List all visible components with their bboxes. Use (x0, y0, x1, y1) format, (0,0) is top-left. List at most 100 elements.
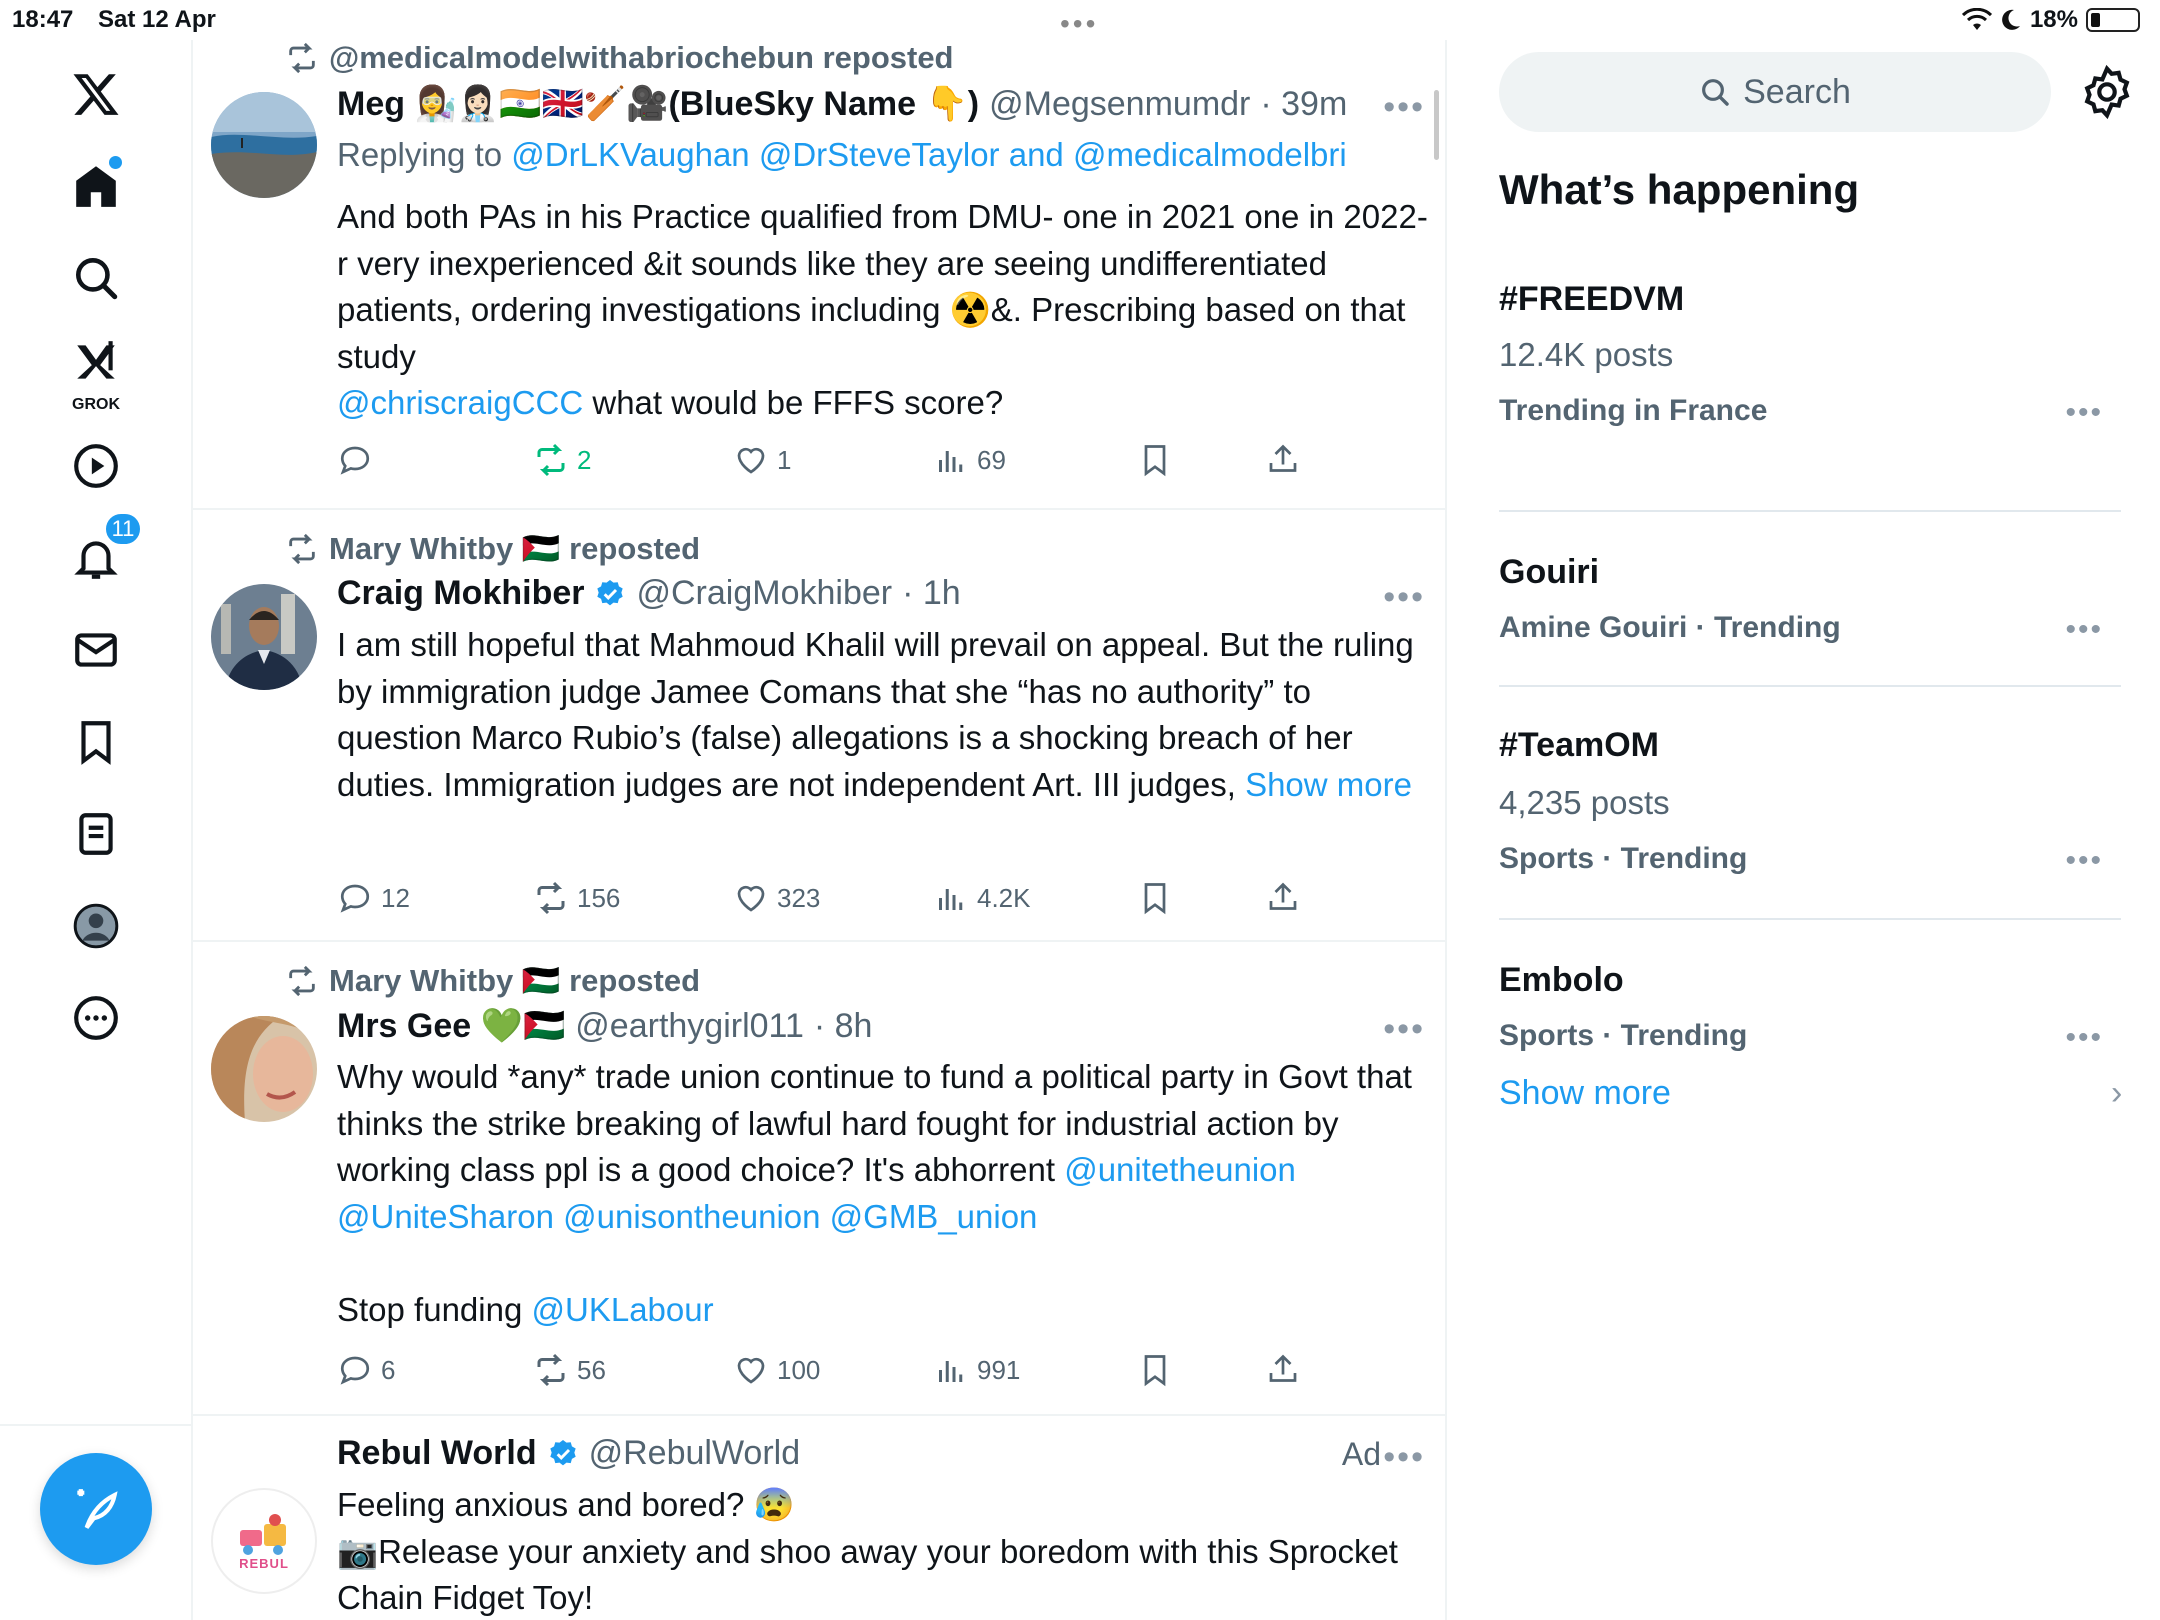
grok-icon[interactable]: GROK (64, 330, 128, 413)
trend-item[interactable]: Gouiri Amine Gouiri · Trending ••• (1499, 513, 2121, 688)
repost-button[interactable]: 156 (533, 880, 620, 916)
share-button[interactable] (1265, 880, 1301, 916)
replying-to: Replying to @DrLKVaughan @DrSteveTaylor … (337, 136, 1347, 174)
right-sidebar: Search What’s happening #FREEDVM 12.4K p… (1449, 40, 2160, 1620)
home-icon[interactable] (64, 154, 128, 218)
replying-mentions[interactable]: @DrLKVaughan @DrSteveTaylor and @medical… (511, 136, 1346, 173)
like-button[interactable]: 100 (733, 1352, 820, 1388)
author-handle[interactable]: @Megsenmumdr (989, 85, 1250, 124)
rebul-logo-icon (240, 1513, 286, 1555)
tweet-more-icon[interactable]: ••• (1383, 88, 1425, 127)
heart-icon (737, 1357, 765, 1384)
repost-button[interactable]: 2 (533, 442, 591, 478)
bookmark-button[interactable] (1137, 1352, 1173, 1388)
trend-more-icon[interactable]: ••• (2065, 844, 2103, 878)
bookmark-button[interactable] (1137, 442, 1173, 478)
moon-icon (2002, 9, 2020, 30)
reply-button[interactable] (337, 442, 381, 478)
views-button[interactable]: 4.2K (933, 880, 1031, 916)
reply-icon (340, 446, 370, 475)
bookmark-icon (1144, 1355, 1166, 1387)
x-logo-icon[interactable] (64, 62, 128, 126)
tweet-more-icon[interactable]: ••• (1383, 578, 1425, 617)
home-unread-dot (109, 156, 122, 169)
bookmarks-icon[interactable] (64, 710, 128, 774)
settings-gear-icon[interactable] (2079, 64, 2135, 120)
avatar[interactable]: REBUL (211, 1488, 317, 1594)
tweet-actions: 12 156 323 4.2K (337, 880, 1445, 924)
status-date: Sat 12 Apr (98, 6, 216, 33)
promoted-tweet[interactable]: REBUL Rebul World @RebulWorld Ad ••• Fee… (193, 1416, 1445, 1620)
verified-badge-icon (549, 1439, 576, 1465)
tweet-time[interactable]: · 8h (814, 1007, 873, 1046)
tweet-header: Meg 👩‍🔬👩🏻‍⚕️🇮🇳🇬🇧🏏🎥(BlueSky Name 👇) @Megs… (337, 84, 1347, 124)
bookmark-button[interactable] (1137, 880, 1173, 916)
trend-title: Gouiri (1499, 553, 1600, 591)
repost-button[interactable]: 56 (533, 1352, 606, 1388)
share-button[interactable] (1265, 442, 1301, 478)
search-icon[interactable] (64, 246, 128, 310)
trend-item[interactable]: Embolo Sports · Trending ••• (1499, 921, 2121, 1061)
tweet[interactable]: Mary Whitby 🇵🇸 reposted Mrs Gee 💚🇵🇸 @ear… (193, 942, 1445, 1416)
author-name[interactable]: Meg 👩‍🔬👩🏻‍⚕️🇮🇳🇬🇧🏏🎥(BlueSky Name 👇) (337, 84, 979, 124)
author-handle[interactable]: @RebulWorld (589, 1434, 801, 1473)
messages-envelope-icon[interactable] (64, 618, 128, 682)
trend-item[interactable]: #TeamOM 4,235 posts Sports · Trending ••… (1499, 688, 2121, 921)
compose-post-button[interactable] (40, 1453, 152, 1565)
avatar[interactable] (211, 92, 317, 198)
multitasking-dots-icon[interactable]: ••• (1060, 8, 1098, 40)
tweet-more-icon[interactable]: ••• (1383, 1438, 1425, 1477)
tweet-time[interactable]: · 1h (902, 574, 961, 613)
like-button[interactable]: 1 (733, 442, 791, 478)
search-input[interactable]: Search (1499, 52, 2051, 132)
trend-meta: Sports · Trending (1499, 842, 1748, 875)
author-handle[interactable]: @earthygirl011 (575, 1007, 804, 1046)
tweet-text: Why would *any* trade union continue to … (337, 1058, 1412, 1328)
tweet-text: And both PAs in his Practice qualified f… (337, 198, 1428, 421)
notifications-badge: 11 (104, 512, 142, 546)
repost-icon (289, 42, 315, 74)
author-name[interactable]: Mrs Gee 💚🇵🇸 (337, 1006, 565, 1046)
show-more-link[interactable]: Show more (1499, 1074, 1671, 1113)
repost-icon (289, 965, 315, 996)
divider (1499, 685, 2121, 687)
mention-link[interactable]: @chriscraigCCC (337, 384, 583, 421)
trend-title: Embolo (1499, 961, 1624, 999)
repost-icon (289, 533, 315, 564)
trend-more-icon[interactable]: ••• (2065, 396, 2103, 430)
author-name[interactable]: Rebul World (337, 1434, 537, 1473)
views-button[interactable]: 991 (933, 1352, 1020, 1388)
mention-link[interactable]: @UKLabour (532, 1291, 714, 1328)
tweet-actions: 2 1 69 (337, 442, 1445, 486)
trend-posts: 4,235 posts (1499, 784, 1670, 821)
left-navigation: GROK 11 (0, 40, 193, 1620)
share-button[interactable] (1265, 1352, 1301, 1388)
battery-icon (2086, 8, 2140, 32)
profile-avatar-icon[interactable] (64, 894, 128, 958)
author-handle[interactable]: @CraigMokhiber (636, 574, 892, 613)
trend-more-icon[interactable]: ••• (2065, 613, 2103, 647)
more-options-icon[interactable] (64, 986, 128, 1050)
video-play-icon[interactable] (64, 434, 128, 498)
lists-icon[interactable] (64, 802, 128, 866)
tweet[interactable]: Mary Whitby 🇵🇸 reposted Craig Mokhiber @… (193, 510, 1445, 942)
views-button[interactable]: 69 (933, 442, 1006, 478)
trend-meta: Amine Gouiri · Trending (1499, 611, 1841, 644)
notifications-bell-icon[interactable]: 11 (64, 512, 142, 590)
views-chart-icon (939, 1361, 963, 1382)
tweet-time[interactable]: · 39m (1260, 85, 1347, 124)
reply-button[interactable]: 12 (337, 880, 410, 916)
avatar[interactable] (211, 1016, 317, 1122)
trend-meta: Trending in France (1499, 394, 1768, 427)
avatar[interactable] (211, 584, 317, 690)
trend-more-icon[interactable]: ••• (2065, 1021, 2103, 1055)
show-more-link[interactable]: Show more (1245, 766, 1412, 803)
reply-button[interactable]: 6 (337, 1352, 395, 1388)
author-name[interactable]: Craig Mokhiber (337, 574, 584, 613)
tweet[interactable]: @medicalmodelwithabriochebun reposted Me… (193, 40, 1445, 510)
like-button[interactable]: 323 (733, 880, 820, 916)
tweet-more-icon[interactable]: ••• (1383, 1010, 1425, 1049)
tweet-header: Mrs Gee 💚🇵🇸 @earthygirl011 · 8h (337, 1006, 872, 1046)
trend-item[interactable]: #FREEDVM 12.4K posts Trending in France … (1499, 280, 2121, 513)
battery-percent: 18% (2029, 6, 2078, 33)
